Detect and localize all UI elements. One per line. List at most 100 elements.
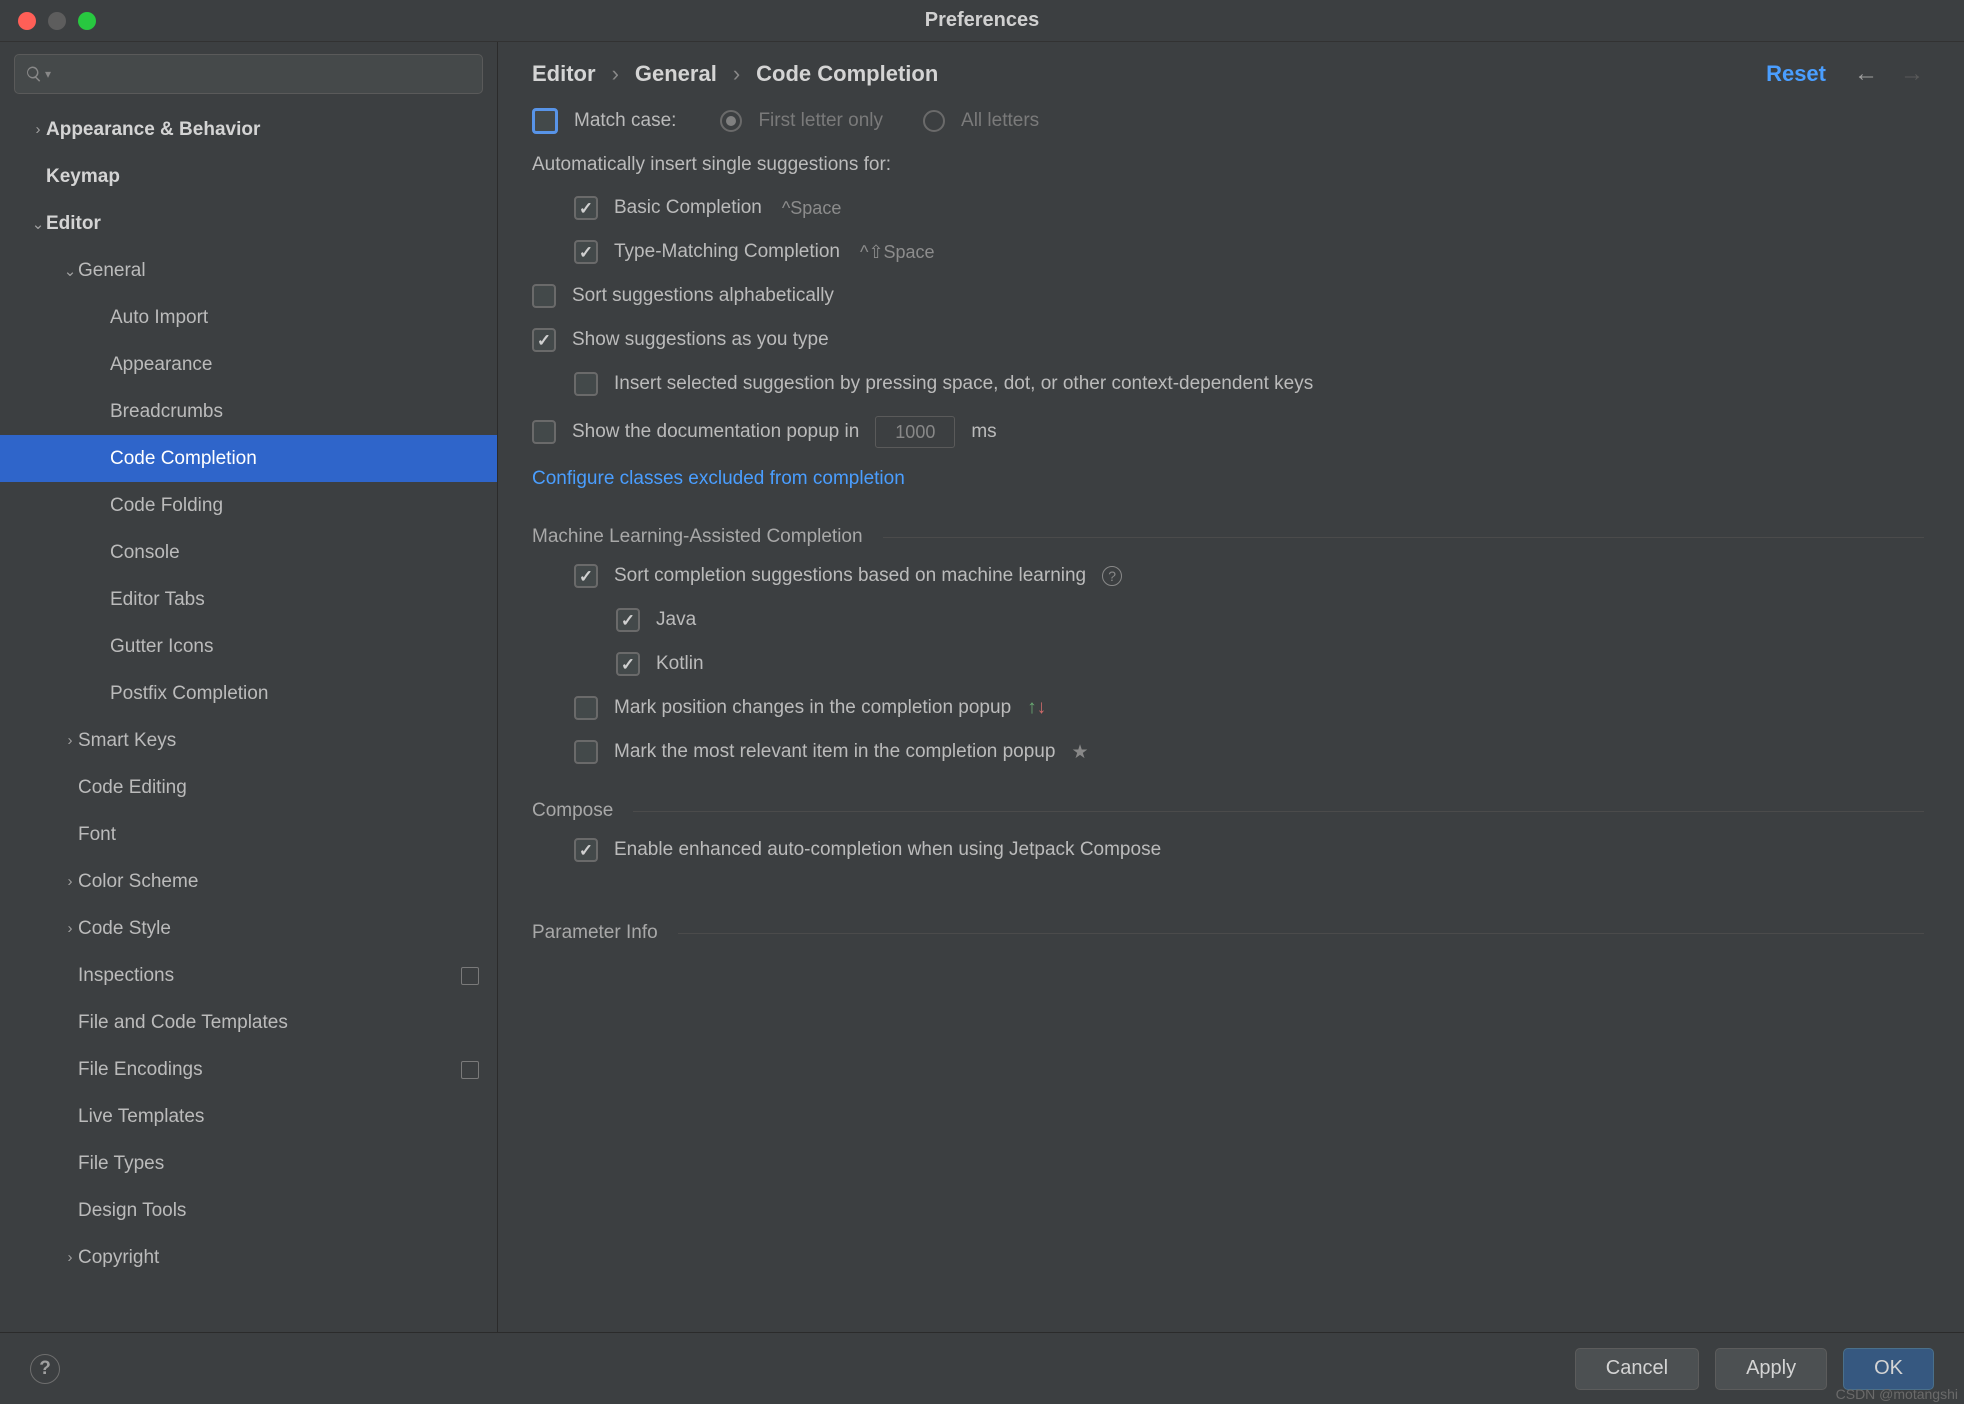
sidebar-item-label: File Types bbox=[78, 1153, 164, 1175]
sidebar-item[interactable]: Keymap bbox=[0, 153, 497, 200]
sidebar-item[interactable]: ›Smart Keys bbox=[0, 717, 497, 764]
sidebar-item[interactable]: Font bbox=[0, 811, 497, 858]
sidebar-item[interactable]: ⌄Editor bbox=[0, 200, 497, 247]
crumb-general[interactable]: General bbox=[635, 61, 717, 87]
watermark: CSDN @motangshi bbox=[1836, 1386, 1958, 1402]
ok-button[interactable]: OK bbox=[1843, 1348, 1934, 1390]
crumb-editor[interactable]: Editor bbox=[532, 61, 596, 87]
chevron-right-icon: › bbox=[62, 920, 78, 937]
sidebar-item-label: Breadcrumbs bbox=[110, 401, 223, 423]
sidebar-item[interactable]: File and Code Templates bbox=[0, 999, 497, 1046]
sort-alpha-checkbox[interactable] bbox=[532, 284, 556, 308]
reset-link[interactable]: Reset bbox=[1766, 61, 1826, 87]
mark-position-checkbox[interactable] bbox=[574, 696, 598, 720]
show-doc-label-b: ms bbox=[971, 421, 996, 443]
sidebar-item-label: Design Tools bbox=[78, 1200, 186, 1222]
auto-insert-heading: Automatically insert single suggestions … bbox=[532, 154, 891, 176]
sidebar-item-label: Code Folding bbox=[110, 495, 223, 517]
sidebar-item[interactable]: ›Copyright bbox=[0, 1234, 497, 1281]
sidebar-item-label: Appearance & Behavior bbox=[46, 119, 260, 141]
chevron-right-icon: › bbox=[612, 61, 619, 87]
sidebar-item[interactable]: Code Completion bbox=[0, 435, 497, 482]
help-button[interactable]: ? bbox=[30, 1354, 60, 1384]
sidebar-item[interactable]: Postfix Completion bbox=[0, 670, 497, 717]
compose-enable-label: Enable enhanced auto-completion when usi… bbox=[614, 839, 1161, 861]
show-as-type-checkbox[interactable] bbox=[532, 328, 556, 352]
window-maximize-button[interactable] bbox=[78, 12, 96, 30]
sidebar-item[interactable]: Auto Import bbox=[0, 294, 497, 341]
ml-sort-checkbox[interactable] bbox=[574, 564, 598, 588]
cancel-button[interactable]: Cancel bbox=[1575, 1348, 1699, 1390]
sidebar-item-label: Smart Keys bbox=[78, 730, 176, 752]
type-matching-checkbox[interactable] bbox=[574, 240, 598, 264]
all-letters-label: All letters bbox=[961, 110, 1039, 132]
search-input[interactable]: ▾ bbox=[14, 54, 483, 94]
sort-alpha-label: Sort suggestions alphabetically bbox=[572, 285, 834, 307]
sidebar-item-label: Color Scheme bbox=[78, 871, 198, 893]
titlebar: Preferences bbox=[0, 0, 1964, 42]
sidebar-item-label: Console bbox=[110, 542, 180, 564]
sidebar-item[interactable]: File Types bbox=[0, 1140, 497, 1187]
type-matching-label: Type-Matching Completion bbox=[614, 241, 840, 263]
ml-java-checkbox[interactable] bbox=[616, 608, 640, 632]
sidebar-item[interactable]: ›Color Scheme bbox=[0, 858, 497, 905]
sidebar-item-label: File and Code Templates bbox=[78, 1012, 288, 1034]
sidebar-item[interactable]: Code Editing bbox=[0, 764, 497, 811]
window-close-button[interactable] bbox=[18, 12, 36, 30]
all-letters-radio[interactable] bbox=[923, 110, 945, 132]
sidebar-item[interactable]: Inspections bbox=[0, 952, 497, 999]
sidebar-item-label: Copyright bbox=[78, 1247, 159, 1269]
sidebar-item-label: Editor Tabs bbox=[110, 589, 205, 611]
sidebar-item-label: Postfix Completion bbox=[110, 683, 268, 705]
settings-content: Match case: First letter only All letter… bbox=[498, 98, 1964, 1332]
sidebar-item[interactable]: ›Appearance & Behavior bbox=[0, 106, 497, 153]
first-letter-label: First letter only bbox=[758, 110, 883, 132]
sidebar-item-label: Inspections bbox=[78, 965, 174, 987]
show-doc-checkbox[interactable] bbox=[532, 420, 556, 444]
chevron-right-icon: › bbox=[62, 873, 78, 890]
first-letter-radio[interactable] bbox=[720, 110, 742, 132]
ml-kotlin-checkbox[interactable] bbox=[616, 652, 640, 676]
sidebar-item[interactable]: Appearance bbox=[0, 341, 497, 388]
sidebar-item-label: Editor bbox=[46, 213, 101, 235]
basic-completion-checkbox[interactable] bbox=[574, 196, 598, 220]
sidebar-item[interactable]: ›Code Style bbox=[0, 905, 497, 952]
nav-back-button[interactable]: ← bbox=[1854, 60, 1878, 88]
mark-relevant-checkbox[interactable] bbox=[574, 740, 598, 764]
show-doc-label-a: Show the documentation popup in bbox=[572, 421, 859, 443]
crumb-code-completion: Code Completion bbox=[756, 61, 938, 87]
chevron-down-icon: ⌄ bbox=[30, 215, 46, 233]
window-minimize-button[interactable] bbox=[48, 12, 66, 30]
sidebar-item[interactable]: File Encodings bbox=[0, 1046, 497, 1093]
sidebar-item-label: General bbox=[78, 260, 146, 282]
sidebar-item[interactable]: Editor Tabs bbox=[0, 576, 497, 623]
basic-completion-label: Basic Completion bbox=[614, 197, 762, 219]
sidebar-item[interactable]: ⌄General bbox=[0, 247, 497, 294]
sidebar-item-label: Code Completion bbox=[110, 448, 257, 470]
settings-tree: ›Appearance & BehaviorKeymap⌄Editor⌄Gene… bbox=[0, 102, 497, 1332]
position-arrows-icon: ↑↓ bbox=[1027, 697, 1046, 719]
sidebar-item[interactable]: Design Tools bbox=[0, 1187, 497, 1234]
basic-shortcut: ^Space bbox=[782, 198, 841, 219]
type-matching-shortcut: ^⇧Space bbox=[860, 242, 935, 263]
sidebar-item-label: Appearance bbox=[110, 354, 212, 376]
sidebar-item[interactable]: Console bbox=[0, 529, 497, 576]
doc-delay-input[interactable] bbox=[875, 416, 955, 448]
chevron-right-icon: › bbox=[62, 1249, 78, 1266]
sidebar-item[interactable]: Code Folding bbox=[0, 482, 497, 529]
help-icon[interactable]: ? bbox=[1102, 566, 1122, 586]
sidebar-item-label: Font bbox=[78, 824, 116, 846]
show-as-type-label: Show suggestions as you type bbox=[572, 329, 829, 351]
sidebar-item-label: Code Editing bbox=[78, 777, 187, 799]
sidebar-item[interactable]: Live Templates bbox=[0, 1093, 497, 1140]
settings-sidebar: ▾ ›Appearance & BehaviorKeymap⌄Editor⌄Ge… bbox=[0, 42, 498, 1332]
sidebar-item[interactable]: Gutter Icons bbox=[0, 623, 497, 670]
sidebar-item[interactable]: Breadcrumbs bbox=[0, 388, 497, 435]
compose-enable-checkbox[interactable] bbox=[574, 838, 598, 862]
insert-selected-label: Insert selected suggestion by pressing s… bbox=[614, 373, 1313, 395]
match-case-checkbox[interactable] bbox=[532, 108, 558, 134]
apply-button[interactable]: Apply bbox=[1715, 1348, 1827, 1390]
configure-excluded-link[interactable]: Configure classes excluded from completi… bbox=[532, 468, 905, 490]
dialog-footer: ? Cancel Apply OK bbox=[0, 1332, 1964, 1404]
insert-selected-checkbox[interactable] bbox=[574, 372, 598, 396]
